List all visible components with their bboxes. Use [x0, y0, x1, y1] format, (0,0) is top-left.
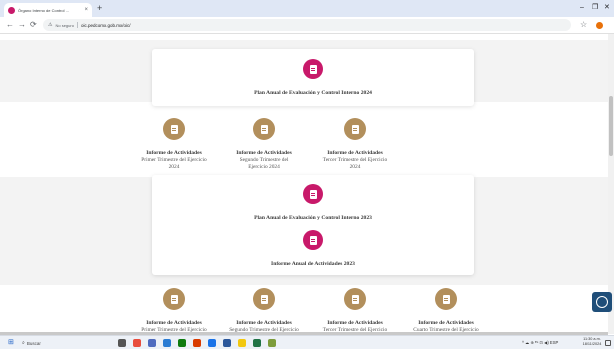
search-placeholder: Buscar — [26, 340, 41, 346]
notifications-icon[interactable] — [605, 340, 611, 346]
edge-icon[interactable] — [178, 339, 186, 347]
page-viewport: Plan Anual de Evaluación y Control Inter… — [0, 34, 614, 334]
file-explorer-icon[interactable] — [238, 339, 246, 347]
report-q2-2024[interactable]: Informe de Actividades Segundo Trimestre… — [219, 150, 309, 170]
scrollbar-thumb[interactable] — [609, 96, 613, 156]
document-icon[interactable] — [303, 230, 323, 250]
report-q3-2024-icon[interactable] — [344, 118, 366, 140]
report-q3-2024[interactable]: Informe de Actividades Tercer Trimestre … — [310, 150, 400, 170]
task-view-icon[interactable] — [118, 339, 126, 347]
report-title: Informe de Actividades — [236, 150, 292, 156]
taskbar-search[interactable]: ⌕ Buscar — [22, 339, 102, 347]
favicon-icon — [8, 6, 15, 14]
not-secure-label: No seguro — [55, 22, 74, 28]
vertical-scrollbar[interactable] — [608, 34, 614, 334]
report-q3-2023-icon[interactable] — [344, 288, 366, 310]
document-icon[interactable] — [303, 184, 323, 204]
document-icon[interactable] — [303, 59, 323, 79]
app-icon[interactable] — [268, 339, 276, 347]
browser-tab-strip: Órgano Interno de Control ... × + – ❐ ✕ — [0, 0, 614, 17]
forward-button[interactable]: → — [18, 20, 26, 30]
maximize-button[interactable]: ❐ — [592, 3, 598, 13]
omnibox-divider — [76, 22, 78, 28]
plan-card-2023: Plan Anual de Evaluación y Control Inter… — [152, 175, 474, 275]
omnibox[interactable]: ⚠ No seguro oic.pedcomx.gob.mx/oic/ — [43, 19, 571, 31]
report-q1-2023-icon[interactable] — [163, 288, 185, 310]
report-subtitle-2: Ejercicio 2024 — [248, 163, 280, 170]
tab-close-icon[interactable]: × — [84, 7, 88, 13]
plan-2023-title[interactable]: Plan Anual de Evaluación y Control Inter… — [152, 215, 474, 221]
profile-avatar[interactable] — [596, 22, 603, 29]
app-icon[interactable] — [193, 339, 201, 347]
report-subtitle-2: 2024 — [349, 163, 361, 170]
app-icon[interactable] — [148, 339, 156, 347]
report-q2-2023-icon[interactable] — [253, 288, 275, 310]
taskbar: ⊞ ⌕ Buscar ^ ☁ ⊕ ᴱˢ ⊡ ◀) ESP 11:30 a.m. … — [0, 335, 614, 349]
report-title: Informe de Actividades — [146, 150, 202, 156]
clock[interactable]: 11:30 a.m. 18/11/2024 — [580, 337, 604, 347]
search-icon: ⌕ — [22, 340, 25, 346]
back-button[interactable]: ← — [6, 20, 14, 30]
report-title: Informe de Actividades — [327, 150, 383, 156]
new-tab-button[interactable]: + — [97, 3, 102, 13]
clock-date: 18/11/2024 — [582, 342, 602, 346]
report-subtitle-2: 2024 — [168, 163, 180, 170]
outlook-icon[interactable] — [163, 339, 171, 347]
word-icon[interactable] — [223, 339, 231, 347]
report-title: Informe de Actividades — [146, 320, 202, 326]
tab-title: Órgano Interno de Control ... — [18, 7, 69, 13]
url-text[interactable]: oic.pedcomx.gob.mx/oic/ — [81, 23, 131, 28]
bookmark-star-icon[interactable]: ☆ — [580, 20, 587, 30]
report-q1-2024-icon[interactable] — [163, 118, 185, 140]
address-bar-row: ← → ⟳ ⚠ No seguro oic.pedcomx.gob.mx/oic… — [0, 17, 614, 34]
close-window-button[interactable]: ✕ — [604, 3, 610, 13]
report-q4-2023-icon[interactable] — [435, 288, 457, 310]
excel-icon[interactable] — [253, 339, 261, 347]
accessibility-button[interactable] — [592, 292, 612, 312]
not-secure-icon[interactable]: ⚠ — [48, 22, 52, 28]
browser-tab[interactable]: Órgano Interno de Control ... × — [4, 3, 92, 17]
minimize-button[interactable]: – — [580, 3, 584, 13]
accessibility-icon — [596, 296, 608, 308]
report-subtitle: Primer Trimestre del Ejercicio — [141, 157, 207, 163]
report-title: Informe de Actividades — [327, 320, 383, 326]
reload-button[interactable]: ⟳ — [30, 20, 37, 30]
report-q2-2024-icon[interactable] — [253, 118, 275, 140]
plan-2024-title[interactable]: Plan Anual de Evaluación y Control Inter… — [152, 90, 474, 96]
windows-start-icon[interactable]: ⊞ — [8, 339, 14, 347]
system-tray[interactable]: ^ ☁ ⊕ ᴱˢ ⊡ ◀) ESP — [522, 340, 558, 345]
report-q1-2024[interactable]: Informe de Actividades Primer Trimestre … — [129, 150, 219, 170]
report-title: Informe de Actividades — [418, 320, 474, 326]
plan-card-2024: Plan Anual de Evaluación y Control Inter… — [152, 49, 474, 106]
chrome-profile-icon[interactable] — [208, 339, 216, 347]
annual-report-2023-title[interactable]: Informe Anual de Actividades 2023 — [152, 261, 474, 267]
report-subtitle: Tercer Trimestre del Ejercicio — [322, 157, 388, 163]
report-title: Informe de Actividades — [236, 320, 292, 326]
chrome-icon[interactable] — [133, 339, 141, 347]
